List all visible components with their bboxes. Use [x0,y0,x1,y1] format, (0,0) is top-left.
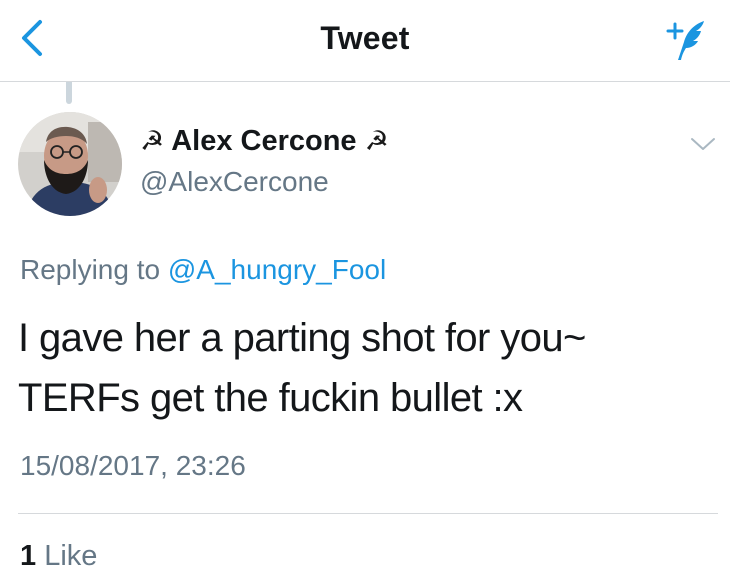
likes-count: 1 [20,540,37,572]
tweet-text: I gave her a parting shot for you~ TERFs… [18,308,718,428]
hammer-sickle-icon: ☭ [140,126,165,156]
author-name[interactable]: Alex Cercone [171,125,356,157]
likes-count-link[interactable]: 1 Like [20,540,97,573]
tweet-text-line: TERFs get the fuckin bullet :x [18,376,523,420]
replying-to-prefix: Replying to [20,254,161,285]
replying-to-mention-link[interactable]: @A_hungry_Fool [168,254,386,285]
hammer-sickle-icon: ☭ [364,126,389,156]
page-title: Tweet [320,20,410,56]
replying-to-line: Replying to @A_hungry_Fool [20,254,386,286]
avatar[interactable] [18,112,122,216]
author-display-name[interactable]: ☭ Alex Cercone ☭ [140,125,389,158]
chevron-down-icon[interactable] [688,132,718,156]
divider [18,513,718,514]
tweet-text-line: I gave her a parting shot for you~ [18,316,586,360]
compose-tweet-icon[interactable] [664,16,712,64]
thread-connector [66,82,72,104]
likes-label: Like [44,540,98,572]
navigation-bar: Tweet [0,0,730,82]
tweet-timestamp: 15/08/2017, 23:26 [20,450,246,481]
author-handle[interactable]: @AlexCercone [140,166,329,198]
